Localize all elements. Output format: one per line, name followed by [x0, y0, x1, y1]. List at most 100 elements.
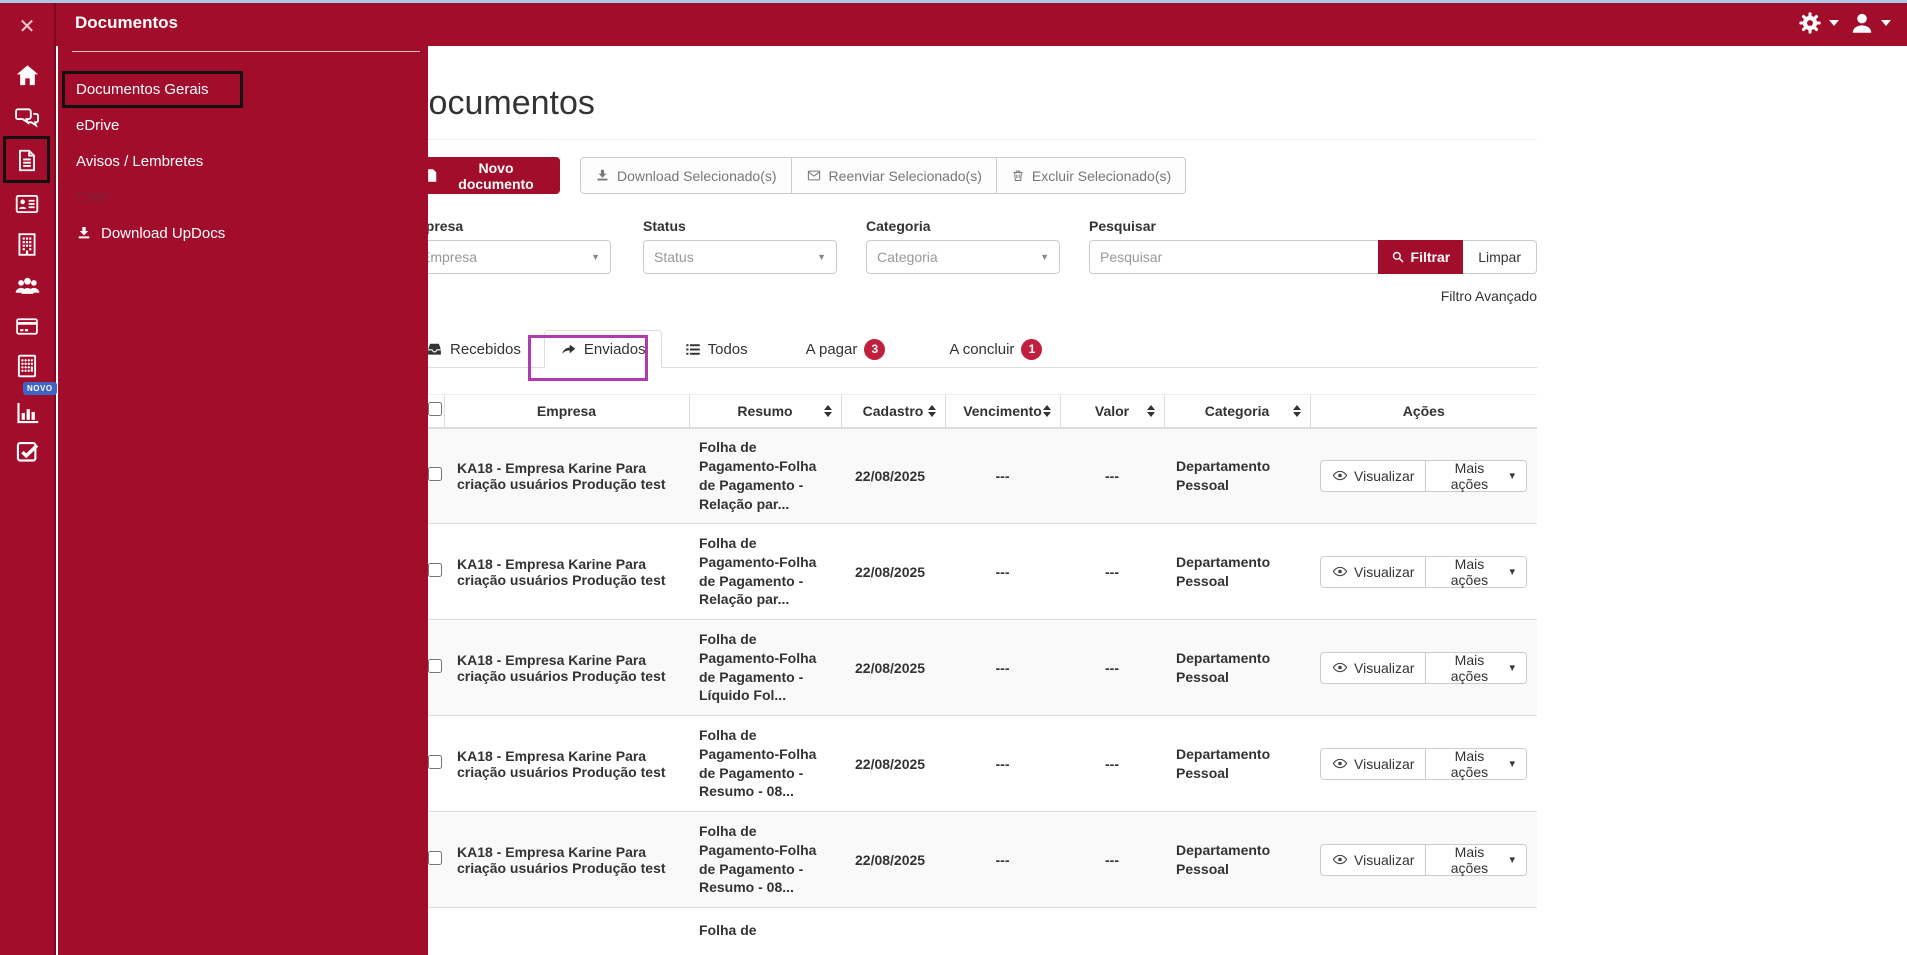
row-checkbox[interactable] [428, 851, 442, 865]
contacts-card-icon[interactable] [0, 191, 54, 217]
tab-todos[interactable]: Todos [669, 330, 764, 368]
categoria-cell [1164, 908, 1310, 955]
empresa-cell [444, 908, 689, 955]
window-top-edge [0, 0, 1907, 3]
resend-selected-button[interactable]: Reenviar Selecionado(s) [791, 157, 997, 194]
mais-acoes-button[interactable]: Mais ações ▾ [1426, 459, 1527, 492]
row-checkbox[interactable] [428, 755, 442, 769]
resumo-cell: Folha de Pagamento-Folha de Pagamento - … [699, 726, 817, 800]
valor-cell: --- [1105, 467, 1119, 484]
company-building-icon[interactable] [0, 231, 54, 258]
col-categoria[interactable]: Categoria [1163, 394, 1310, 429]
mais-acoes-button[interactable]: Mais ações ▾ [1426, 747, 1527, 780]
table-header-row: Empresa Resumo Cadastro Vencimento Valor… [410, 394, 1537, 429]
resumo-cell: Folha de Pagamento-Folha de Pagamento - … [699, 438, 817, 512]
clear-button[interactable]: Limpar [1463, 240, 1537, 274]
sort-icon[interactable] [1042, 404, 1051, 417]
cadastro-cell: 22/08/2025 [855, 659, 926, 676]
sort-icon[interactable] [1146, 404, 1155, 417]
col-vencimento[interactable]: Vencimento [944, 394, 1060, 429]
cadastro-cell: 22/08/2025 [855, 851, 926, 868]
col-valor[interactable]: Valor [1059, 394, 1164, 429]
bar-chart-icon[interactable] [0, 399, 54, 426]
home-icon[interactable] [0, 62, 54, 89]
tab-recebidos[interactable]: Recebidos [410, 330, 537, 368]
vencimento-cell: --- [995, 467, 1010, 484]
row-checkbox[interactable] [428, 659, 442, 673]
new-document-button[interactable]: Novo documento [410, 157, 560, 194]
caret-down-icon: ▾ [1509, 470, 1515, 483]
filter-button[interactable]: Filtrar [1377, 240, 1464, 274]
sort-icon[interactable] [927, 404, 936, 417]
advanced-filter-link[interactable]: Filtro Avançado [410, 288, 1537, 304]
novo-badge: NOVO [23, 382, 57, 395]
vencimento-cell: --- [995, 659, 1010, 676]
documents-icon[interactable] [0, 147, 54, 174]
mais-acoes-button[interactable]: Mais ações ▾ [1426, 651, 1527, 684]
settings-menu[interactable] [1797, 10, 1839, 36]
delete-selected-button[interactable]: Excluir Selecionado(s) [996, 157, 1187, 194]
visualizar-button[interactable]: Visualizar [1320, 555, 1427, 588]
menu-item-avisos-lembretes[interactable]: Avisos / Lembretes [58, 144, 428, 180]
row-checkbox[interactable] [428, 563, 442, 577]
download-selected-button[interactable]: Download Selecionado(s) [580, 157, 792, 194]
vencimento-cell: --- [995, 851, 1010, 868]
tab-a-pagar[interactable]: A pagar 3 [790, 330, 902, 368]
table-row: KA18 - Empresa Karine Para criação usuár… [410, 811, 1537, 908]
a-concluir-badge: 1 [1021, 338, 1043, 360]
list-icon [685, 342, 701, 357]
topbar-actions [1797, 0, 1891, 46]
download-icon [76, 225, 92, 241]
categoria-cell: Departamento Pessoal [1176, 457, 1271, 493]
documents-table: Empresa Resumo Cadastro Vencimento Valor… [410, 394, 1537, 955]
eye-icon [1332, 757, 1348, 770]
select-all-checkbox[interactable] [428, 402, 442, 417]
categoria-select[interactable]: Categoria ▼ [866, 240, 1060, 274]
visualizar-button[interactable]: Visualizar [1320, 459, 1427, 492]
cadastro-cell [841, 908, 945, 955]
search-input[interactable] [1089, 240, 1378, 274]
categoria-cell: Departamento Pessoal [1176, 649, 1271, 685]
row-checkbox[interactable] [428, 467, 442, 482]
mais-acoes-button[interactable]: Mais ações ▾ [1426, 555, 1527, 588]
resumo-cell: Folha de [699, 922, 757, 938]
valor-cell: --- [1105, 659, 1119, 676]
cadastro-cell: 22/08/2025 [855, 755, 926, 772]
mais-acoes-button[interactable]: Mais ações ▾ [1426, 843, 1527, 876]
col-cadastro[interactable]: Cadastro [840, 394, 945, 429]
valor-cell: --- [1105, 755, 1119, 772]
visualizar-button[interactable]: Visualizar [1320, 651, 1427, 684]
calculator-icon[interactable] [0, 352, 54, 380]
empresa-cell: KA18 - Empresa Karine Para criação usuár… [457, 747, 666, 780]
col-empresa: Empresa [443, 394, 689, 429]
visualizar-button[interactable]: Visualizar [1320, 843, 1427, 876]
categoria-label: Categoria [866, 218, 931, 234]
main-content: Documentos Novo documento Download Selec… [404, 46, 1537, 955]
chevron-down-icon [1881, 20, 1891, 26]
status-select[interactable]: Status ▼ [643, 240, 837, 274]
sort-icon[interactable] [1292, 404, 1301, 417]
close-icon[interactable]: ✕ [0, 14, 54, 40]
empresa-label: Empresa [404, 218, 464, 234]
resumo-cell: Folha de Pagamento-Folha de Pagamento - … [699, 534, 817, 608]
col-resumo[interactable]: Resumo [688, 394, 841, 429]
search-icon [1391, 250, 1405, 264]
menu-item-edrive[interactable]: eDrive [58, 108, 428, 144]
menu-item-documentos-gerais[interactable]: Documentos Gerais [58, 72, 428, 108]
empresa-select[interactable]: Empresa ▼ [410, 240, 611, 274]
tab-enviados[interactable]: Enviados [543, 330, 662, 368]
tab-a-concluir[interactable]: A concluir 1 [933, 330, 1058, 368]
users-icon[interactable] [0, 273, 54, 300]
valor-cell [1060, 908, 1164, 955]
vencimento-cell [945, 908, 1060, 955]
row-actions: Visualizar Mais ações ▾ [1320, 555, 1527, 588]
chat-icon[interactable] [0, 105, 54, 131]
sort-icon[interactable] [823, 404, 832, 417]
user-menu[interactable] [1849, 10, 1891, 36]
visualizar-button[interactable]: Visualizar [1320, 747, 1427, 780]
tasks-check-icon[interactable] [0, 438, 54, 465]
menu-item-download-updocs[interactable]: Download UpDocs [58, 216, 428, 252]
credit-card-icon[interactable] [0, 314, 54, 339]
col-acoes: Ações [1309, 394, 1537, 429]
filters-row: Empresa Empresa ▼ Status Status ▼ Categori… [404, 218, 1537, 274]
